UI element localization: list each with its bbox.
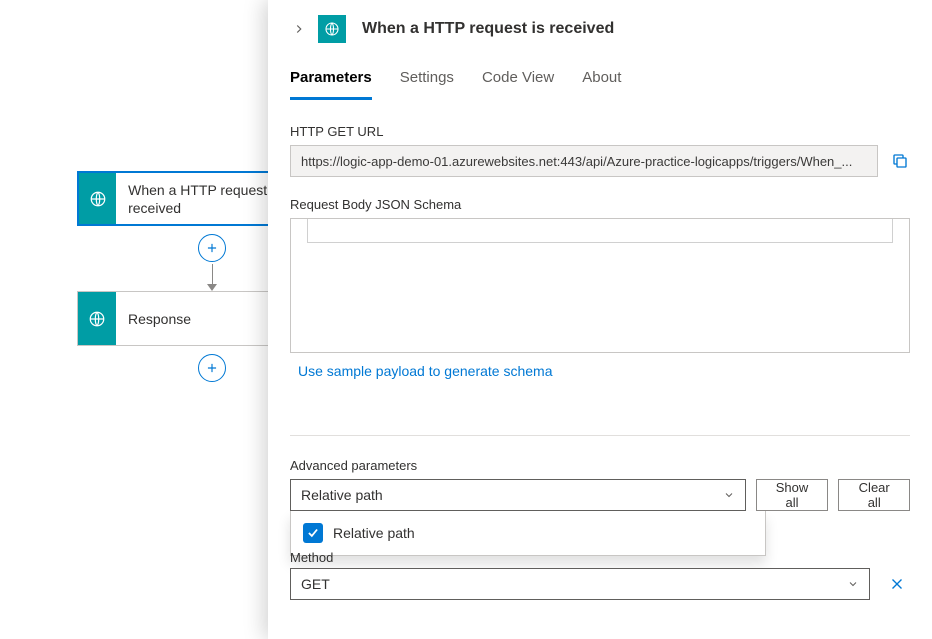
panel-header: When a HTTP request is received [268, 0, 932, 58]
copy-url-icon[interactable] [890, 151, 910, 171]
clear-all-button[interactable]: Clear all [838, 479, 910, 511]
chevron-down-icon [723, 489, 735, 501]
http-get-url-value[interactable]: https://logic-app-demo-01.azurewebsites.… [290, 145, 878, 177]
dropdown-option-relative-path[interactable]: Relative path [291, 511, 765, 555]
sample-payload-link[interactable]: Use sample payload to generate schema [298, 363, 552, 379]
section-divider [290, 435, 910, 436]
http-trigger-icon [79, 173, 116, 224]
tab-settings[interactable]: Settings [400, 58, 454, 100]
method-label: Method [290, 550, 910, 562]
advanced-params-selected: Relative path [301, 487, 383, 503]
method-dropdown[interactable]: GET [290, 568, 870, 600]
panel-title: When a HTTP request is received [362, 20, 614, 38]
response-icon [78, 292, 116, 345]
advanced-params-dropdown[interactable]: Relative path [290, 479, 746, 511]
chevron-down-icon [847, 578, 859, 590]
show-all-button[interactable]: Show all [756, 479, 829, 511]
remove-method-icon[interactable] [884, 571, 910, 597]
advanced-params-label: Advanced parameters [290, 458, 910, 473]
method-value: GET [301, 576, 330, 592]
tab-about[interactable]: About [582, 58, 621, 100]
tab-codeview[interactable]: Code View [482, 58, 554, 100]
request-schema-label: Request Body JSON Schema [290, 197, 910, 212]
http-trigger-icon [318, 15, 346, 43]
schema-textarea[interactable] [290, 218, 910, 353]
add-step-button-2[interactable] [198, 354, 226, 382]
panel-tabs: Parameters Settings Code View About [268, 58, 932, 100]
schema-inner-frame [307, 219, 893, 243]
add-step-button-1[interactable] [198, 234, 226, 262]
panel-body: HTTP GET URL https://logic-app-demo-01.a… [268, 124, 932, 600]
checkbox-checked-icon [303, 523, 323, 543]
http-get-url-label: HTTP GET URL [290, 124, 910, 139]
details-panel: When a HTTP request is received Paramete… [268, 0, 932, 639]
response-title: Response [116, 310, 203, 328]
connector-line [212, 264, 213, 284]
connector-arrow-icon [207, 284, 217, 291]
tab-parameters[interactable]: Parameters [290, 58, 372, 100]
dropdown-option-label: Relative path [333, 525, 415, 541]
collapse-chevron-icon[interactable] [290, 20, 308, 38]
